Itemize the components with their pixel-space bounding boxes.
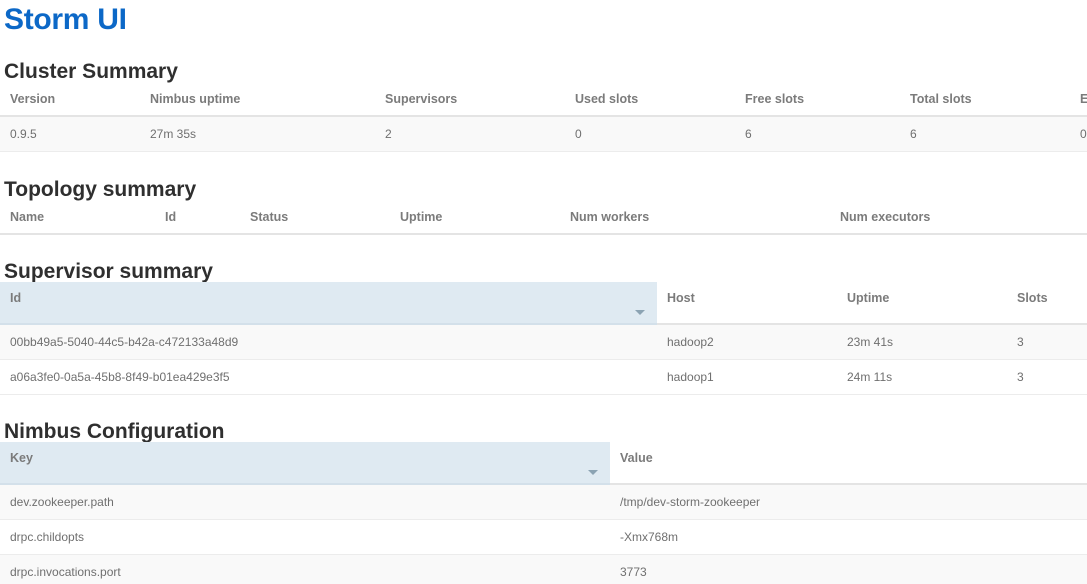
column-header-executors[interactable]: Ex: [1070, 82, 1087, 117]
column-header-slots[interactable]: Slots: [1007, 282, 1087, 325]
column-header-num-workers[interactable]: Num workers: [560, 200, 830, 235]
caret-down-icon[interactable]: [635, 310, 645, 315]
column-header-used-slots[interactable]: Used slots: [565, 82, 735, 117]
cell-supervisors: 2: [375, 116, 565, 152]
cell-nimbus-uptime: 27m 35s: [140, 116, 375, 152]
column-header-host[interactable]: Host: [657, 282, 837, 325]
cell-supervisor-id: 00bb49a5-5040-44c5-b42a-c472133a48d9: [0, 324, 657, 360]
column-header-nimbus-uptime[interactable]: Nimbus uptime: [140, 82, 375, 117]
cell-config-key: dev.zookeeper.path: [0, 484, 610, 520]
column-header-uptime[interactable]: Uptime: [837, 282, 1007, 325]
cell-slots: 3: [1007, 359, 1087, 395]
column-header-id-label: Id: [10, 291, 22, 305]
column-header-total-slots[interactable]: Total slots: [900, 82, 1070, 117]
column-header-num-executors[interactable]: Num executors: [830, 200, 1087, 235]
column-header-name[interactable]: Name: [0, 200, 155, 235]
column-header-supervisors[interactable]: Supervisors: [375, 82, 565, 117]
page-title: Storm UI: [4, 3, 127, 36]
column-header-id[interactable]: Id: [155, 200, 240, 235]
cell-config-value: -Xmx768m: [610, 519, 1087, 555]
cell-config-key: drpc.invocations.port: [0, 554, 610, 584]
column-header-id[interactable]: Id: [0, 282, 657, 325]
cell-uptime: 23m 41s: [837, 324, 1007, 360]
table-row: 0.9.5 27m 35s 2 0 6 6 0: [0, 116, 1087, 152]
nimbus-configuration-heading: Nimbus Configuration: [4, 420, 225, 443]
nimbus-configuration-table: Key Value dev.zookeeper.path /tmp/dev-st…: [0, 442, 1087, 584]
column-header-key-label: Key: [10, 451, 33, 465]
topology-summary-heading: Topology summary: [4, 178, 197, 201]
table-row: a06a3fe0-0a5a-45b8-8f49-b01ea429e3f5 had…: [0, 359, 1087, 395]
cell-config-key: drpc.childopts: [0, 519, 610, 555]
table-header-row: Version Nimbus uptime Supervisors Used s…: [0, 82, 1087, 117]
cell-version: 0.9.5: [0, 116, 140, 152]
cell-uptime: 24m 11s: [837, 359, 1007, 395]
cell-supervisor-id: a06a3fe0-0a5a-45b8-8f49-b01ea429e3f5: [0, 359, 657, 395]
cell-used-slots: 0: [565, 116, 735, 152]
cell-free-slots: 6: [735, 116, 900, 152]
caret-down-icon[interactable]: [588, 470, 598, 475]
column-header-uptime[interactable]: Uptime: [390, 200, 560, 235]
table-row: drpc.invocations.port 3773: [0, 554, 1087, 584]
cell-config-value: /tmp/dev-storm-zookeeper: [610, 484, 1087, 520]
column-header-key[interactable]: Key: [0, 442, 610, 485]
supervisor-summary-heading: Supervisor summary: [4, 260, 213, 283]
table-header-row: Name Id Status Uptime Num workers Num ex…: [0, 200, 1087, 235]
storm-ui-page: Storm UI Cluster Summary Version Nimbus …: [0, 0, 1087, 584]
cell-host: hadoop1: [657, 359, 837, 395]
cell-slots: 3: [1007, 324, 1087, 360]
cell-executors: 0: [1070, 116, 1087, 152]
column-header-status[interactable]: Status: [240, 200, 390, 235]
column-header-free-slots[interactable]: Free slots: [735, 82, 900, 117]
cluster-summary-table: Version Nimbus uptime Supervisors Used s…: [0, 82, 1087, 152]
column-header-value[interactable]: Value: [610, 442, 1087, 485]
column-header-version[interactable]: Version: [0, 82, 140, 117]
table-header-row: Key Value: [0, 442, 1087, 485]
topology-summary-table: Name Id Status Uptime Num workers Num ex…: [0, 200, 1087, 235]
table-header-row: Id Host Uptime Slots: [0, 282, 1087, 325]
supervisor-summary-table: Id Host Uptime Slots 00bb49a5-5040-44c5-…: [0, 282, 1087, 395]
cell-total-slots: 6: [900, 116, 1070, 152]
cell-host: hadoop2: [657, 324, 837, 360]
cluster-summary-heading: Cluster Summary: [4, 60, 178, 83]
cell-config-value: 3773: [610, 554, 1087, 584]
table-row: dev.zookeeper.path /tmp/dev-storm-zookee…: [0, 484, 1087, 520]
table-row: drpc.childopts -Xmx768m: [0, 519, 1087, 555]
table-row: 00bb49a5-5040-44c5-b42a-c472133a48d9 had…: [0, 324, 1087, 360]
